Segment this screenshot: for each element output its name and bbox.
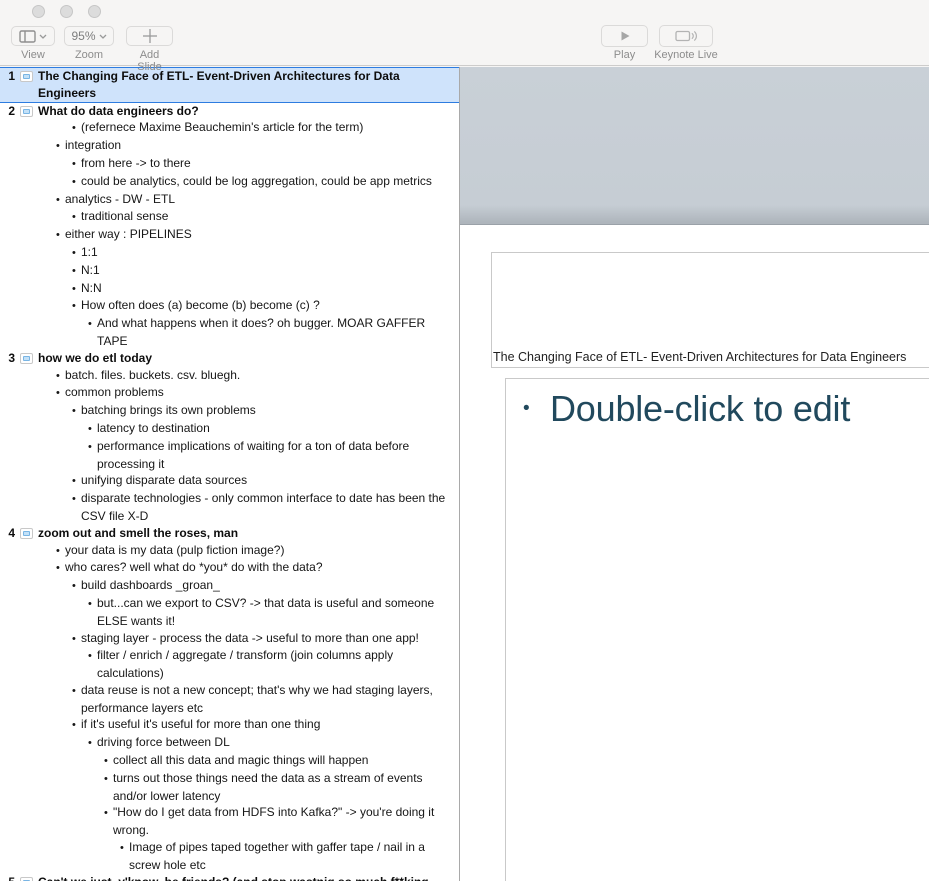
outline-slide-row[interactable]: 5 Can't we just, y'know, be friends? (and… (0, 874, 459, 881)
outline-bullet[interactable]: batch. files. buckets. csv. bluegh. (0, 367, 459, 385)
slide-title: The Changing Face of ETL- Event-Driven A… (38, 68, 453, 102)
outline-bullet[interactable]: integration (0, 137, 459, 155)
slide-thumbnail-inner (23, 356, 30, 361)
outline-slide-row[interactable]: 2 What do data engineers do? (0, 103, 459, 120)
outline-bullet[interactable]: build dashboards _groan_ (0, 577, 459, 595)
slide-body-box[interactable]: • Double-click to edit (505, 378, 929, 881)
outline-bullet[interactable]: who cares? well what do *you* do with th… (0, 559, 459, 577)
outline-bullet[interactable]: latency to destination (0, 420, 459, 438)
close-icon[interactable] (32, 5, 45, 18)
chevron-down-icon (99, 34, 107, 39)
view-button-label: View (11, 49, 55, 61)
minimize-icon[interactable] (60, 5, 73, 18)
bullet-icon: • (523, 398, 533, 420)
outline-bullet[interactable]: could be analytics, could be log aggrega… (0, 173, 459, 191)
outline-bullet[interactable]: from here -> to there (0, 155, 459, 173)
outline-bullet[interactable]: 1:1 (0, 244, 459, 262)
outline-bullet[interactable]: How often does (a) become (b) become (c)… (0, 297, 459, 315)
outline-panel: 1 The Changing Face of ETL- Event-Driven … (0, 67, 459, 881)
outline-slide-row[interactable]: 3 how we do etl today (0, 350, 459, 367)
slide-thumbnail-icon[interactable] (20, 528, 33, 539)
body-placeholder-text: Double-click to edit (550, 388, 850, 430)
add-slide-button[interactable] (126, 26, 173, 46)
chevron-down-icon (39, 34, 47, 39)
outline-bullet[interactable]: collect all this data and magic things w… (0, 752, 459, 770)
slide-title: zoom out and smell the roses, man (38, 525, 453, 542)
outline-slide-row[interactable]: 1 The Changing Face of ETL- Event-Driven … (0, 67, 459, 103)
slide-number: 1 (0, 68, 15, 102)
slide-thumbnail-icon[interactable] (20, 106, 33, 117)
play-button-label: Play (601, 49, 648, 61)
play-button[interactable] (601, 25, 648, 47)
outline-bullet[interactable]: if it's useful it's useful for more than… (0, 716, 459, 734)
zoom-button-label: Zoom (64, 49, 114, 61)
slide-thumbnail-inner (23, 531, 30, 536)
outline-bullet[interactable]: staging layer - process the data -> usef… (0, 630, 459, 648)
outline-bullet[interactable]: (refernece Maxime Beauchemin's article f… (0, 119, 459, 137)
slide-canvas: The Changing Face of ETL- Event-Driven A… (460, 67, 929, 881)
keynote-live-icon (675, 29, 698, 43)
outline-bullet[interactable]: traditional sense (0, 208, 459, 226)
view-panel-icon (19, 30, 36, 43)
keynote-window: View 95% Zoom Add Slide Play (0, 0, 929, 881)
slide-thumbnail-icon[interactable] (20, 353, 33, 364)
slide-title-box[interactable]: The Changing Face of ETL- Event-Driven A… (491, 252, 929, 368)
outline-bullet[interactable]: but...can we export to CSV? -> that data… (0, 595, 459, 630)
slide-title: Can't we just, y'know, be friends? (and … (38, 874, 453, 881)
slide-thumbnail-inner (23, 109, 30, 114)
outline-bullet[interactable]: performance implications of waiting for … (0, 438, 459, 473)
outline-bullet[interactable]: turns out those things need the data as … (0, 770, 459, 805)
slide-thumbnail-inner (23, 74, 30, 79)
slide-number: 2 (0, 103, 15, 120)
slide-number: 4 (0, 525, 15, 542)
outline-bullet[interactable]: driving force between DL (0, 734, 459, 752)
outline-bullet[interactable]: filter / enrich / aggregate / transform … (0, 647, 459, 682)
outline-bullet[interactable]: common problems (0, 384, 459, 402)
canvas-background (460, 67, 929, 225)
slide-thumbnail-icon[interactable] (20, 71, 33, 82)
outline-bullet[interactable]: And what happens when it does? oh bugger… (0, 315, 459, 350)
outline-bullet[interactable]: disparate technologies - only common int… (0, 490, 459, 525)
view-button[interactable] (11, 26, 55, 46)
zoom-window-icon[interactable] (88, 5, 101, 18)
outline-bullet[interactable]: either way : PIPELINES (0, 226, 459, 244)
outline-bullet[interactable]: your data is my data (pulp fiction image… (0, 542, 459, 560)
slide-title: What do data engineers do? (38, 103, 453, 120)
outline-bullet[interactable]: unifying disparate data sources (0, 472, 459, 490)
zoom-value: 95% (71, 29, 95, 43)
slide-thumbnail-icon[interactable] (20, 877, 33, 881)
body-placeholder-line: • Double-click to edit (523, 388, 929, 430)
toolbar: View 95% Zoom Add Slide Play (0, 0, 929, 66)
add-slide-button-label: Add Slide (126, 49, 173, 73)
slide-title: how we do etl today (38, 350, 453, 367)
plus-icon (142, 28, 158, 44)
slide-title-text: The Changing Face of ETL- Event-Driven A… (493, 350, 906, 364)
keynote-live-button-label: Keynote Live (644, 49, 728, 61)
outline-slide-row[interactable]: 4 zoom out and smell the roses, man (0, 525, 459, 542)
slide-number: 5 (0, 874, 15, 881)
keynote-live-button[interactable] (659, 25, 713, 47)
outline-bullet[interactable]: N:1 (0, 262, 459, 280)
slide-number: 3 (0, 350, 15, 367)
play-icon (619, 30, 631, 42)
outline-bullet[interactable]: Image of pipes taped together with gaffe… (0, 839, 459, 874)
outline-bullet[interactable]: analytics - DW - ETL (0, 191, 459, 209)
outline-bullet[interactable]: data reuse is not a new concept; that's … (0, 682, 459, 717)
zoom-button[interactable]: 95% (64, 26, 114, 46)
outline-bullet[interactable]: "How do I get data from HDFS into Kafka?… (0, 804, 459, 839)
outline-bullet[interactable]: N:N (0, 280, 459, 298)
outline-bullet[interactable]: batching brings its own problems (0, 402, 459, 420)
